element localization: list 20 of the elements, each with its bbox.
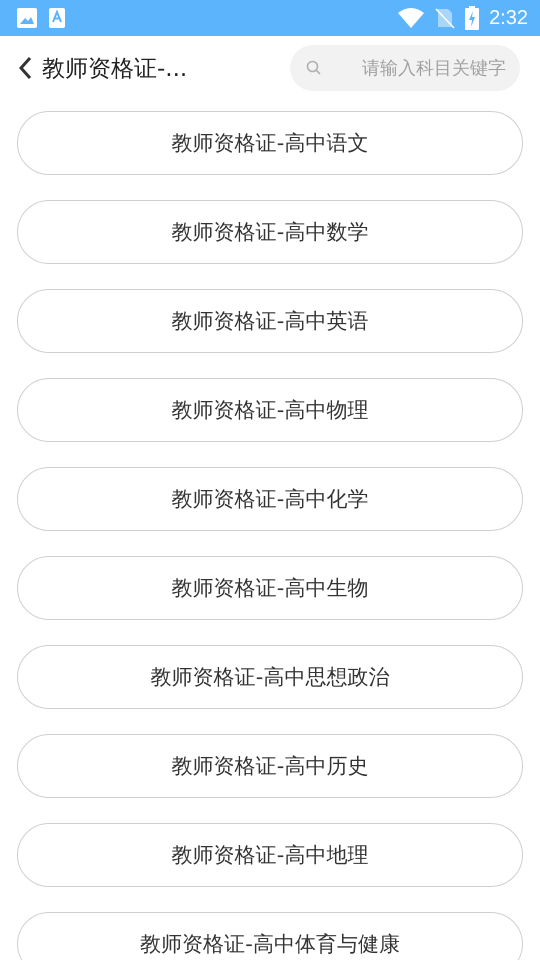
battery-charging-icon [465, 6, 480, 30]
image-icon [16, 7, 38, 29]
subject-button[interactable]: 教师资格证-高中地理 [17, 823, 523, 887]
subject-button[interactable]: 教师资格证-高中历史 [17, 734, 523, 798]
clock-time: 2:32 [489, 6, 528, 30]
subject-button[interactable]: 教师资格证-高中数学 [17, 200, 523, 264]
page-title: 教师资格证-... [42, 54, 188, 84]
no-sim-icon [435, 7, 456, 29]
subject-button[interactable]: 教师资格证-高中体育与健康 [17, 912, 523, 960]
back-icon[interactable] [16, 55, 34, 81]
search-field[interactable]: 请输入科目关键字 [290, 45, 520, 91]
font-icon [48, 7, 66, 29]
subject-button[interactable]: 教师资格证-高中英语 [17, 289, 523, 353]
subject-button[interactable]: 教师资格证-高中化学 [17, 467, 523, 531]
subject-button[interactable]: 教师资格证-高中物理 [17, 378, 523, 442]
search-icon [306, 60, 322, 76]
subject-button[interactable]: 教师资格证-高中思想政治 [17, 645, 523, 709]
wifi-icon [397, 7, 426, 29]
subject-button[interactable]: 教师资格证-高中生物 [17, 556, 523, 620]
subject-button[interactable]: 教师资格证-高中语文 [17, 111, 523, 175]
